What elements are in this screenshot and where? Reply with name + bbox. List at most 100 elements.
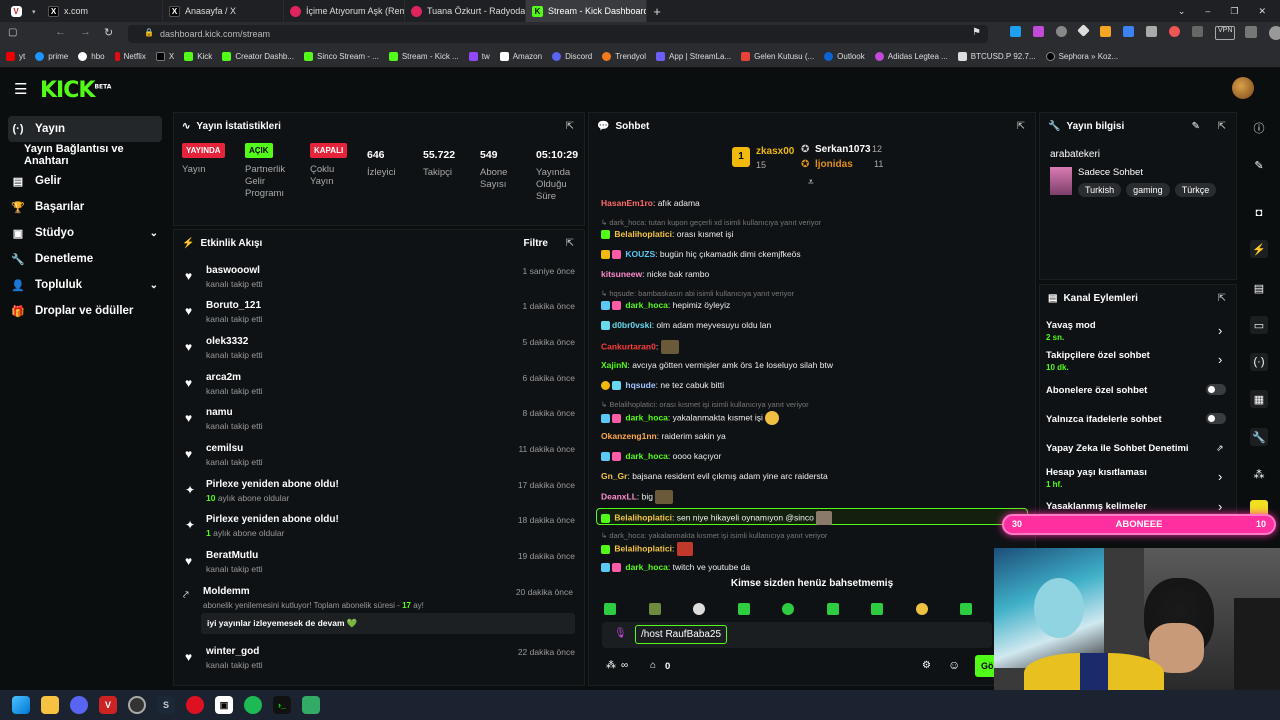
bookmark-item[interactable]: Amazon [499,52,542,61]
info-icon[interactable]: ⓘ [1250,119,1268,137]
external-link-icon[interactable]: ⇗ [1216,443,1224,454]
tag-pill[interactable]: gaming [1126,183,1170,197]
sidebar-item-studyo[interactable]: ▣ Stüdyo ⌄ [0,220,170,246]
bookmark-item[interactable]: Netflix [114,52,146,61]
pinned-icon[interactable]: ⁂ [606,660,616,671]
activity-name[interactable]: baswooowl [206,265,260,276]
leader-name[interactable]: Serkan1073 [815,144,871,155]
activity-name[interactable]: BeratMutlu [206,550,258,561]
extension-icon[interactable] [1169,26,1180,37]
activity-name[interactable]: Boruto_121 [206,300,261,311]
sidebar-item-gelir[interactable]: ▤ Gelir [0,168,170,194]
popout-icon[interactable]: ⇱ [1017,121,1025,132]
chat-username[interactable]: dark_hoca [625,412,668,422]
tag-pill[interactable]: Turkish [1078,183,1122,197]
camera-icon[interactable]: ◘ [1250,204,1268,222]
extension-icon[interactable] [1033,26,1044,37]
chevron-right-icon[interactable]: › [1218,323,1222,338]
chat-username[interactable]: Gn_Gr [601,471,627,481]
action-ai-moderation[interactable]: Yapay Zeka ile Sohbet Denetimi [1046,443,1189,454]
bookmark-item[interactable]: X [155,52,174,61]
emote-icon[interactable] [826,603,839,615]
store-icon[interactable]: ⌂ [650,660,656,671]
chevron-right-icon[interactable]: › [1218,499,1222,514]
emote-icon[interactable] [648,603,661,615]
bookmark-item[interactable]: Discord [552,52,592,61]
windows-start-icon[interactable] [12,696,30,714]
extension-icon[interactable] [1056,26,1067,37]
sidebar-item-yayin[interactable]: (·) Yayın [8,116,162,142]
activity-name[interactable]: olek3332 [206,336,248,347]
sidebar-item-basarilar[interactable]: 🏆 Başarılar [0,194,170,220]
infinity-icon[interactable]: ∞ [621,660,628,671]
bookmark-item[interactable]: App | StreamLa... [656,52,731,61]
filter-button[interactable]: Filtre [524,238,548,249]
chat-username[interactable]: DeanxLL [601,491,637,501]
emote-icon[interactable] [782,603,794,615]
community-icon[interactable]: ⁂ [1250,465,1268,483]
emote-only-toggle[interactable] [1206,413,1226,424]
lightning-icon[interactable]: ⚡ [1250,240,1268,258]
forward-icon[interactable]: → [80,26,91,38]
extension-icon[interactable] [1146,26,1157,37]
tab-music-2[interactable]: Tuana Özkurt - Radyoda N [405,0,526,22]
action-follower-chat[interactable]: Takipçilere özel sohbet 10 dk. [1046,350,1150,372]
url-input[interactable]: dashboard.kick.com/stream [128,25,988,43]
tab-music-1[interactable]: İçime Atıyorum Aşk (Remix [284,0,405,22]
chevron-right-icon[interactable]: › [1218,352,1222,367]
leader-name[interactable]: ljonidas [815,159,853,170]
chat-reply-context[interactable]: ↳ dark_hoca: yakalanmakta kısmet işi isi… [601,531,827,540]
tab-x[interactable]: Xx.com [42,0,163,22]
popout-icon[interactable]: ⇱ [1218,121,1226,132]
emote-icon[interactable] [693,603,705,615]
popout-icon[interactable]: ⇱ [566,238,574,249]
chat-input-box[interactable]: 🎙 /host RaufBaba25 [602,622,992,648]
spotify-icon[interactable] [244,696,262,714]
chat-username[interactable]: KOUZS [625,249,655,259]
sidebar-item-stream-key[interactable]: Yayın Bağlantısı ve Anahtarı [0,142,170,168]
popout-icon[interactable]: ⇱ [566,121,574,132]
terminal-icon[interactable]: ›_ [273,696,291,714]
sidebar-item-denetleme[interactable]: 🔧 Denetleme [0,246,170,272]
chat-username[interactable]: dark_hoca [625,300,668,310]
extension-icon[interactable] [1077,24,1090,37]
sidebar-item-droplar[interactable]: 🎁 Droplar ve ödüller [0,298,170,324]
activity-name[interactable]: namu [206,407,233,418]
extension-icon[interactable] [1192,26,1203,37]
chat-reply-context[interactable]: ↳ hqsude: bambaskasın abi isimli kullanı… [601,289,794,298]
layout-icon[interactable]: ▦ [1250,390,1268,408]
tab-search-icon[interactable]: ⌄ [1178,6,1186,17]
expand-leaderboard-icon[interactable]: ⩡ [808,177,814,188]
wrench-icon[interactable]: 🔧 [1250,428,1268,446]
minecraft-icon[interactable] [302,696,320,714]
chat-username[interactable]: kitsuneew [601,269,642,279]
edit-icon[interactable]: ✎ [1250,156,1268,174]
chat-icon[interactable]: ▭ [1250,316,1268,334]
activity-name[interactable]: cemilsu [206,443,243,454]
edit-icon[interactable]: ✎ [1192,121,1200,132]
bookmark-item[interactable]: tw [468,52,490,61]
chevron-down-icon[interactable]: ⌄ [150,280,158,291]
send-button[interactable]: Gö [975,655,995,677]
profile-avatar[interactable] [1269,26,1280,40]
hamburger-menu-icon[interactable]: ☰ [14,80,27,98]
chat-username[interactable]: Belalihoplatici [614,512,672,522]
bookmark-item[interactable]: Sinco Stream - ... [304,52,379,61]
sidebar-item-topluluk[interactable]: 👤 Topluluk ⌄ [0,272,170,298]
emote-icon[interactable] [604,603,616,615]
bookmark-item[interactable]: Gelen Kutusu (... [741,52,814,61]
bookmark-item[interactable]: Trendyol [602,52,646,61]
app-icon[interactable] [186,696,204,714]
tab-kick-dashboard[interactable]: K Stream - Kick Dashboard [526,0,647,22]
chat-username[interactable]: Okanzeng1nn [601,431,657,441]
extension-icon[interactable] [1010,26,1021,37]
chat-username[interactable]: Belalihoplatici [614,229,672,239]
activity-name[interactable]: Moldemm [203,586,250,597]
chat-username[interactable]: HasanEm1ro [601,198,653,208]
bookmark-item[interactable]: Adidas Legtea ... [874,52,948,61]
reload-icon[interactable]: ↻ [104,26,113,39]
activity-name[interactable]: Pirlexe yeniden abone oldu! [206,514,339,525]
bookmark-item[interactable]: yt [6,52,25,61]
category-name[interactable]: Sadece Sohbet [1078,167,1143,178]
back-icon[interactable]: ← [55,26,66,38]
